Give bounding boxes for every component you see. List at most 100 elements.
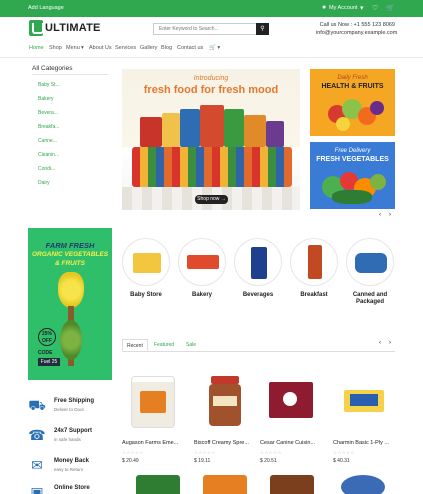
product-image[interactable] xyxy=(269,376,313,428)
products-prev-arrow[interactable]: ‹ xyxy=(379,340,381,346)
code-label: CODE xyxy=(38,350,53,356)
category-circle-canned[interactable] xyxy=(346,238,394,286)
nav-shop[interactable]: Shop xyxy=(49,45,62,51)
product-image[interactable] xyxy=(136,475,180,494)
chevron-down-icon[interactable]: ▾ xyxy=(360,4,364,12)
brand-logo[interactable]: ULTIMATE xyxy=(29,20,101,36)
top-bar: Add Language ● My Account ▾ ♡ 🛒 xyxy=(0,0,423,17)
product-name[interactable]: Biscoff Creamy Spre... xyxy=(194,440,260,446)
category-label-baby-store[interactable]: Baby Store xyxy=(116,292,176,299)
search-box: ⚲ xyxy=(153,23,269,35)
email-address[interactable]: info@yourcompany.example.com xyxy=(316,29,397,37)
add-language-link[interactable]: Add Language xyxy=(28,5,64,11)
sidebar-title: All Categories xyxy=(32,65,73,72)
product-price: $ 20.51 xyxy=(260,458,277,464)
product-rating: ☆☆☆☆☆ xyxy=(333,450,355,455)
product-image[interactable] xyxy=(341,475,385,494)
nav-blog[interactable]: Blog xyxy=(161,45,172,51)
product-image[interactable] xyxy=(131,376,175,428)
sidebar-item-canned[interactable]: Canne... xyxy=(38,138,57,144)
search-input[interactable] xyxy=(154,24,254,34)
promo-line1: Daily Fresh xyxy=(337,75,368,81)
promo-banner-vegetables[interactable]: Free Delivery FRESH VEGETABLES xyxy=(310,142,395,209)
money-icon: ✉ xyxy=(31,457,43,473)
shop-now-button[interactable]: Shop now → xyxy=(195,195,228,204)
search-button[interactable]: ⚲ xyxy=(256,23,269,35)
nav-about-us[interactable]: About Us xyxy=(89,45,112,51)
nav-divider xyxy=(0,57,423,58)
user-icon: ● xyxy=(322,4,327,11)
category-circle-bakery[interactable] xyxy=(178,238,226,286)
product-card[interactable]: Biscoff Creamy Spre... ☆☆☆☆☆ $ 19.11 xyxy=(194,372,256,467)
tabs-divider xyxy=(122,351,395,352)
search-icon: ⚲ xyxy=(260,26,265,32)
feature-support: ☎ 24x7 Support in safe hands xyxy=(28,427,93,443)
tab-sale[interactable]: Sale xyxy=(182,339,200,351)
product-name[interactable]: Cesar Canine Cuisin... xyxy=(260,440,326,446)
tab-featured[interactable]: Featured xyxy=(150,339,178,351)
product-card[interactable]: Charmin Basic 1-Ply ... ☆☆☆☆☆ $ 40.31 xyxy=(333,372,395,467)
product-image[interactable] xyxy=(342,376,386,428)
chevron-down-icon[interactable]: ▾ xyxy=(81,45,84,51)
sidebar-item-condiments[interactable]: Condi... xyxy=(38,166,55,172)
product-card[interactable]: Cesar Canine Cuisin... ☆☆☆☆☆ $ 20.51 xyxy=(260,372,322,467)
sidebar-item-beverages[interactable]: Bevera... xyxy=(38,110,58,116)
logo-mark xyxy=(29,20,44,36)
tab-recent[interactable]: Recent xyxy=(122,339,148,351)
sidebar-divider xyxy=(32,74,108,75)
promo-prev-arrow[interactable]: ‹ xyxy=(379,212,381,218)
promo-code: Fuel 25 xyxy=(38,358,60,366)
banner-line2: ORGANIC VEGETABLES & FRUITS xyxy=(31,251,109,267)
promo-banner-fruits[interactable]: Daily Fresh HEALTH & FRUITS xyxy=(310,69,395,136)
sidebar-item-bakery[interactable]: Bakery xyxy=(38,96,54,102)
call-label: Call us Now : xyxy=(319,22,353,28)
promo-next-arrow[interactable]: › xyxy=(389,212,391,218)
product-rating: ☆☆☆☆☆ xyxy=(122,450,144,455)
sidebar-item-dairy[interactable]: Dairy xyxy=(38,180,50,186)
product-image[interactable] xyxy=(203,475,247,494)
hero-title-line1: Introducing xyxy=(193,75,229,82)
promo-line2: HEALTH & FRUITS xyxy=(321,83,384,90)
category-label-bakery[interactable]: Bakery xyxy=(172,292,232,299)
my-account-link[interactable]: My Account xyxy=(329,5,357,11)
category-label-canned[interactable]: Canned and Packaged xyxy=(340,292,400,306)
support-icon: ☎ xyxy=(28,427,46,443)
brand-name: ULTIMATE xyxy=(45,22,101,34)
nav-home[interactable]: Home xyxy=(29,45,44,51)
category-label-beverages[interactable]: Beverages xyxy=(228,292,288,299)
phone-number[interactable]: +1 555 123 8069 xyxy=(354,22,395,28)
cart-icon[interactable]: 🛒 xyxy=(386,4,395,12)
category-circle-breakfast[interactable] xyxy=(290,238,338,286)
sidebar-item-breakfast[interactable]: Breakfa... xyxy=(38,124,59,130)
nav-contact-us[interactable]: Contact us xyxy=(177,45,203,51)
truck-icon: ⛟ xyxy=(28,397,46,413)
heart-icon[interactable]: ♡ xyxy=(372,4,378,12)
contact-info: Call us Now : +1 555 123 8069 info@yourc… xyxy=(316,21,397,37)
hero-banner[interactable]: Introducing fresh food for fresh mood Sh… xyxy=(122,69,300,210)
product-rating: ☆☆☆☆☆ xyxy=(260,450,282,455)
category-circle-baby-store[interactable] xyxy=(122,238,170,286)
discount-badge: 25% OFF xyxy=(38,328,56,346)
product-image[interactable] xyxy=(203,376,247,428)
product-price: $ 20.49 xyxy=(122,458,139,464)
feature-free-shipping: ⛟ Free Shipping Deliver to Door xyxy=(28,397,95,413)
category-circle-beverages[interactable] xyxy=(234,238,282,286)
product-name[interactable]: Augason Farms Eme... xyxy=(122,440,188,446)
product-price: $ 40.31 xyxy=(333,458,350,464)
products-next-arrow[interactable]: › xyxy=(389,340,391,346)
product-price: $ 19.11 xyxy=(194,458,211,464)
product-image[interactable] xyxy=(270,475,314,494)
nav-services[interactable]: Services xyxy=(115,45,136,51)
product-name[interactable]: Charmin Basic 1-Ply ... xyxy=(333,440,399,446)
farm-fresh-banner[interactable]: FARM FRESH ORGANIC VEGETABLES & FRUITS 25… xyxy=(28,228,112,380)
sidebar-item-baby-store[interactable]: Baby St... xyxy=(38,82,60,88)
product-card[interactable]: Augason Farms Eme... ☆☆☆☆☆ $ 20.49 xyxy=(122,372,184,467)
nav-gallery[interactable]: Gallery xyxy=(140,45,157,51)
category-label-breakfast[interactable]: Breakfast xyxy=(284,292,344,299)
promo-line1: Free Delivery xyxy=(334,148,371,154)
feature-online-store: ▣ Online Store xyxy=(28,484,112,494)
nav-menu[interactable]: Menu xyxy=(66,45,80,51)
card-icon: ▣ xyxy=(30,484,44,494)
cart-icon[interactable]: 🛒 ▾ xyxy=(209,45,220,51)
sidebar-item-cleaning[interactable]: Cleanin... xyxy=(38,152,59,158)
